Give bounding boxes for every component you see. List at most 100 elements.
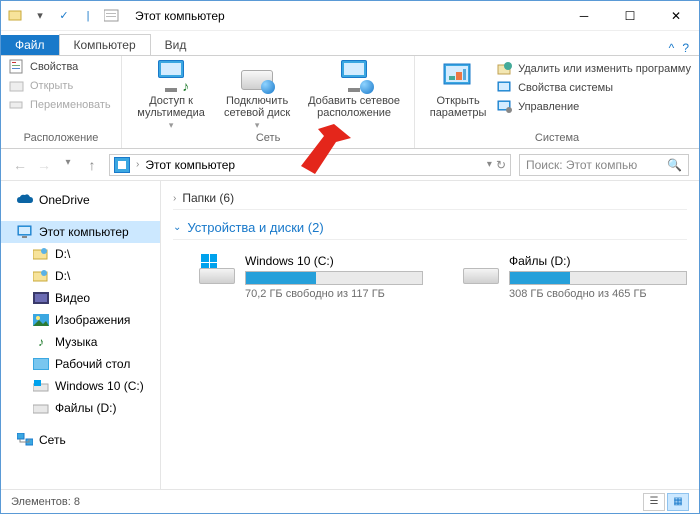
desktop-icon	[33, 356, 49, 372]
ribbon-group-network: ♪ Доступ к мультимедиа ▾ Подключить сете…	[122, 56, 415, 148]
sidebar-item-label: Windows 10 (C:)	[55, 379, 144, 393]
devices-section-header[interactable]: ⌄ Устройства и диски (2)	[173, 220, 687, 240]
sidebar-item-label: D:\	[55, 269, 70, 283]
sidebar-item-this-pc[interactable]: Этот компьютер	[1, 221, 160, 243]
qat-properties-icon[interactable]: ✓	[55, 7, 73, 25]
breadcrumb-chevron[interactable]: ›	[136, 159, 139, 170]
ribbon-tabs: Файл Компьютер Вид ^ ?	[1, 31, 699, 55]
sidebar-item-label: Рабочий стол	[55, 357, 130, 371]
sidebar-item-label: Изображения	[55, 313, 130, 327]
sidebar-item-windows-c[interactable]: Windows 10 (C:)	[1, 375, 160, 397]
open-settings-button[interactable]: Открыть параметры	[421, 58, 495, 132]
sidebar-item-label: Файлы (D:)	[55, 401, 116, 415]
refresh-button[interactable]: ↻	[496, 158, 506, 172]
sidebar-item-label: D:\	[55, 247, 70, 261]
chevron-right-icon: ›	[173, 193, 176, 204]
open-settings-label: Открыть параметры	[421, 95, 495, 119]
sidebar-item-label: OneDrive	[39, 193, 90, 207]
status-item-count: Элементов: 8	[11, 496, 80, 508]
up-button[interactable]: ↑	[83, 157, 101, 173]
sidebar-item-network[interactable]: Сеть	[1, 429, 160, 451]
videos-icon	[33, 290, 49, 306]
title-bar: ▾ ✓ | Этот компьютер ─ ☐ ✕	[1, 1, 699, 31]
sidebar-item-d-pinned-2[interactable]: D:\	[1, 265, 160, 287]
uninstall-icon	[497, 61, 513, 77]
pin-folder-icon	[33, 246, 49, 262]
map-drive-button[interactable]: Подключить сетевой диск ▾	[214, 58, 300, 132]
sidebar-item-onedrive[interactable]: OneDrive	[1, 189, 160, 211]
drive-subtext: 308 ГБ свободно из 465 ГБ	[509, 288, 687, 300]
quick-access-toolbar: ▾ ✓ |	[1, 7, 127, 25]
drive-title: Файлы (D:)	[509, 254, 687, 268]
chevron-down-icon: ⌄	[173, 222, 181, 233]
open-button: Открыть	[7, 77, 113, 95]
media-icon: ♪	[155, 60, 187, 92]
drive-d-icon	[33, 400, 49, 416]
drive-c-icon	[199, 254, 235, 284]
address-bar[interactable]: › Этот компьютер ▾ ↻	[109, 154, 511, 176]
explorer-body: OneDrive Этот компьютер D:\ D:\ Видео	[1, 181, 699, 489]
properties-button[interactable]: Свойства	[7, 58, 113, 76]
uninstall-label: Удалить или изменить программу	[518, 63, 691, 75]
control-panel-icon	[442, 60, 474, 92]
drive-subtext: 70,2 ГБ свободно из 117 ГБ	[245, 288, 423, 300]
sidebar-item-label: Музыка	[55, 335, 97, 349]
back-button[interactable]: ←	[11, 157, 29, 173]
qat-separator: |	[79, 7, 97, 25]
forward-button[interactable]: →	[35, 157, 53, 173]
sidebar-item-videos[interactable]: Видео	[1, 287, 160, 309]
navigation-bar: ← → ▾ ↑ › Этот компьютер ▾ ↻ Поиск: Этот…	[1, 149, 699, 181]
content-pane: › Папки (6) ⌄ Устройства и диски (2) Win…	[161, 181, 699, 489]
sidebar-item-music[interactable]: ♪ Музыка	[1, 331, 160, 353]
system-properties-button[interactable]: Свойства системы	[495, 79, 693, 97]
tab-file[interactable]: Файл	[1, 35, 59, 55]
manage-label: Управление	[518, 101, 579, 113]
address-bar-icon	[114, 157, 130, 173]
status-bar: Элементов: 8 ☰ ▦	[1, 489, 699, 513]
add-network-location-button[interactable]: Добавить сетевое расположение	[300, 58, 408, 132]
sidebar-item-desktop[interactable]: Рабочий стол	[1, 353, 160, 375]
recent-locations-button[interactable]: ▾	[59, 157, 77, 173]
close-button[interactable]: ✕	[653, 1, 699, 31]
view-details-button[interactable]: ☰	[643, 493, 665, 511]
ribbon: Свойства Открыть Переименовать Расположе…	[1, 55, 699, 149]
uninstall-program-button[interactable]: Удалить или изменить программу	[495, 60, 693, 78]
drive-item-d[interactable]: Файлы (D:) 308 ГБ свободно из 465 ГБ	[463, 254, 687, 300]
tab-view[interactable]: Вид	[151, 35, 201, 55]
maximize-button[interactable]: ☐	[607, 1, 653, 31]
sidebar-item-pictures[interactable]: Изображения	[1, 309, 160, 331]
tab-computer[interactable]: Компьютер	[59, 34, 151, 56]
system-properties-label: Свойства системы	[518, 82, 613, 94]
minimize-button[interactable]: ─	[561, 1, 607, 31]
folders-section-header[interactable]: › Папки (6)	[173, 191, 687, 210]
open-icon	[9, 78, 25, 94]
system-menu-icon[interactable]	[7, 7, 25, 25]
qat-dropdown-icon[interactable]: ▾	[31, 7, 49, 25]
window-controls: ─ ☐ ✕	[561, 1, 699, 31]
search-box[interactable]: Поиск: Этот компью 🔍	[519, 154, 689, 176]
add-network-location-label: Добавить сетевое расположение	[300, 95, 408, 119]
sidebar-item-files-d[interactable]: Файлы (D:)	[1, 397, 160, 419]
map-drive-dropdown-icon: ▾	[255, 119, 260, 131]
ribbon-collapse-icon[interactable]: ^	[669, 41, 675, 55]
nav-history-buttons: ← → ▾ ↑	[11, 157, 101, 173]
drive-item-c[interactable]: Windows 10 (C:) 70,2 ГБ свободно из 117 …	[199, 254, 423, 300]
media-label: Доступ к мультимедиа	[128, 95, 214, 119]
folders-section-label: Папки (6)	[182, 191, 234, 205]
media-dropdown-icon: ▾	[169, 119, 174, 131]
sidebar-item-d-pinned-1[interactable]: D:\	[1, 243, 160, 265]
address-dropdown-icon[interactable]: ▾	[487, 159, 492, 170]
rename-button: Переименовать	[7, 96, 113, 114]
breadcrumb-this-pc[interactable]: Этот компьютер	[145, 158, 235, 172]
ribbon-group-network-label: Сеть	[128, 132, 408, 146]
drive-usage-bar	[509, 271, 687, 285]
view-tiles-button[interactable]: ▦	[667, 493, 689, 511]
onedrive-icon	[17, 192, 33, 208]
manage-icon	[497, 99, 513, 115]
media-access-button[interactable]: ♪ Доступ к мультимедиа ▾	[128, 58, 214, 132]
manage-button[interactable]: Управление	[495, 98, 693, 116]
navigation-pane: OneDrive Этот компьютер D:\ D:\ Видео	[1, 181, 161, 489]
ribbon-group-location: Свойства Открыть Переименовать Расположе…	[1, 56, 122, 148]
sidebar-item-label: Видео	[55, 291, 90, 305]
ribbon-help-icon[interactable]: ?	[682, 41, 689, 55]
